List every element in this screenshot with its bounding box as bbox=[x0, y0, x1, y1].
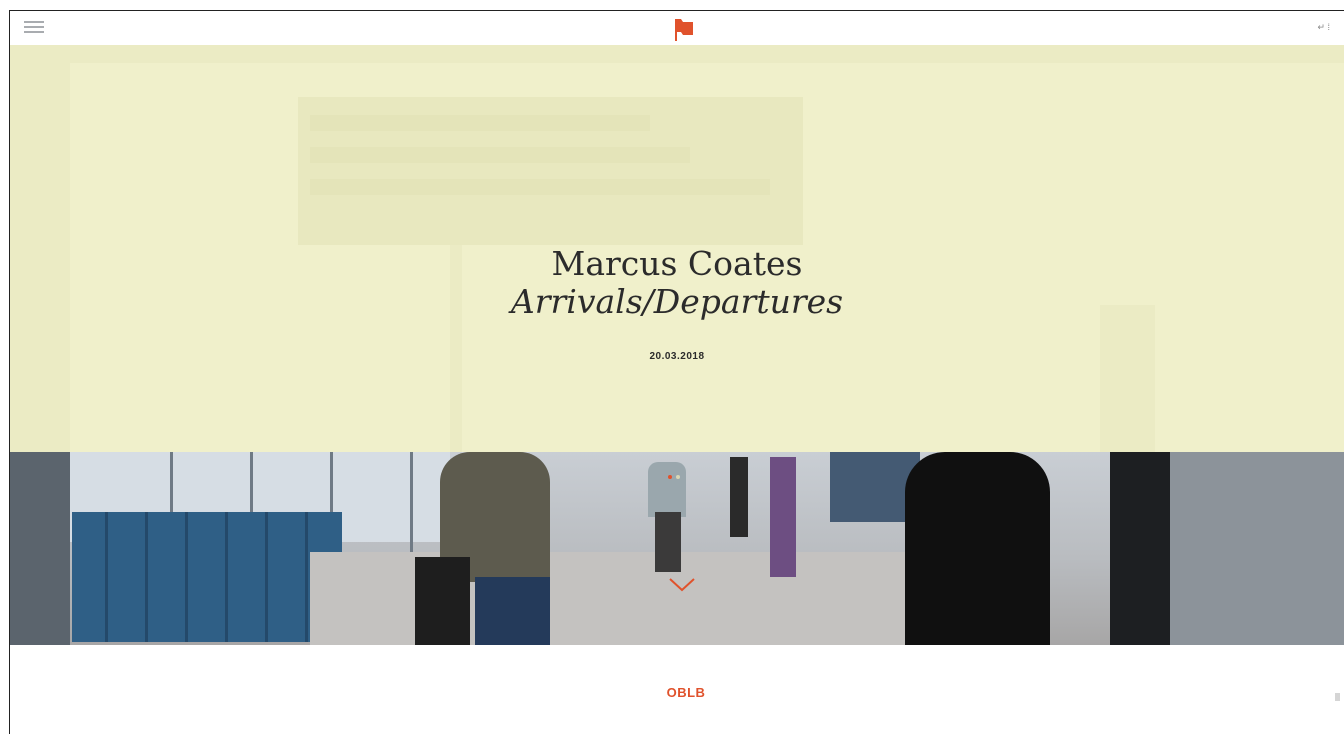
person-figure bbox=[905, 452, 1050, 645]
flag-logo-icon[interactable] bbox=[673, 17, 695, 41]
artist-name: Marcus Coates bbox=[551, 244, 803, 283]
slider-dots bbox=[668, 475, 680, 479]
menu-icon[interactable] bbox=[24, 21, 44, 35]
person-figure bbox=[475, 577, 550, 645]
hero-photo bbox=[10, 452, 1344, 645]
luggage bbox=[415, 557, 470, 645]
person-figure bbox=[730, 457, 748, 537]
chevron-down-icon[interactable] bbox=[667, 576, 697, 594]
browser-viewport: ↵ ⁞ Marcus Coates Arrivals/Departures 20… bbox=[9, 10, 1344, 734]
event-date: 20.03.2018 bbox=[649, 351, 705, 362]
footer-logo[interactable]: OBLB bbox=[666, 685, 706, 700]
hero-title-block: Marcus Coates Arrivals/Departures 20.03.… bbox=[10, 244, 1344, 363]
hero-section: Marcus Coates Arrivals/Departures 20.03.… bbox=[10, 45, 1344, 645]
language-toggle[interactable]: ↵ ⁞ bbox=[1317, 22, 1330, 33]
slider-dot-active[interactable] bbox=[668, 475, 672, 479]
person-figure bbox=[648, 462, 686, 517]
slider-dot[interactable] bbox=[676, 475, 680, 479]
top-bar: ↵ ⁞ bbox=[10, 11, 1344, 45]
person-figure bbox=[770, 457, 796, 577]
show-title: Arrivals/Departures bbox=[510, 282, 844, 321]
scroll-indicator bbox=[1335, 693, 1340, 701]
person-figure bbox=[655, 512, 681, 572]
